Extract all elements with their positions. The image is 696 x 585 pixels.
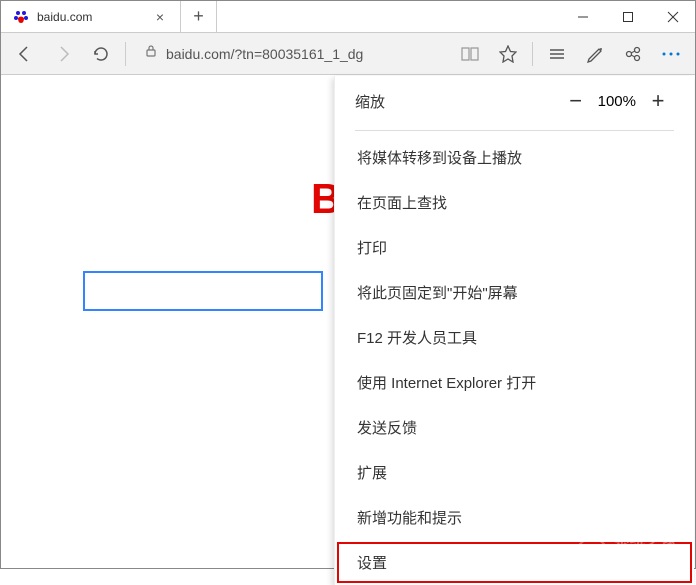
more-button[interactable] bbox=[653, 36, 689, 72]
menu-settings[interactable]: 设置 bbox=[335, 540, 694, 585]
title-bar: baidu.com × + bbox=[1, 1, 695, 33]
menu-pin-to-start[interactable]: 将此页固定到"开始"屏幕 bbox=[335, 270, 694, 315]
zoom-in-button[interactable]: + bbox=[642, 85, 674, 117]
zoom-out-button[interactable]: − bbox=[560, 85, 592, 117]
hub-button[interactable] bbox=[539, 36, 575, 72]
share-button[interactable] bbox=[615, 36, 651, 72]
menu-feedback[interactable]: 发送反馈 bbox=[335, 405, 694, 450]
browser-tab[interactable]: baidu.com × bbox=[1, 1, 181, 32]
close-window-button[interactable] bbox=[650, 1, 695, 32]
tab-title: baidu.com bbox=[37, 10, 144, 24]
menu-whats-new[interactable]: 新增功能和提示 bbox=[335, 495, 694, 540]
back-button[interactable] bbox=[7, 36, 43, 72]
zoom-row: 缩放 − 100% + bbox=[335, 76, 694, 126]
close-tab-button[interactable]: × bbox=[152, 9, 168, 25]
favorite-button[interactable] bbox=[490, 36, 526, 72]
forward-button[interactable] bbox=[45, 36, 81, 72]
url-text: baidu.com/?tn=80035161_1_dg bbox=[166, 46, 438, 62]
menu-open-with-ie[interactable]: 使用 Internet Explorer 打开 bbox=[335, 360, 694, 405]
menu-separator bbox=[355, 130, 674, 131]
menu-print[interactable]: 打印 bbox=[335, 225, 694, 270]
web-notes-button[interactable] bbox=[577, 36, 613, 72]
lock-icon bbox=[144, 44, 158, 63]
menu-find-on-page[interactable]: 在页面上查找 bbox=[335, 180, 694, 225]
address-bar[interactable]: baidu.com/?tn=80035161_1_dg bbox=[136, 44, 446, 63]
window-controls bbox=[560, 1, 695, 32]
minimize-button[interactable] bbox=[560, 1, 605, 32]
toolbar: baidu.com/?tn=80035161_1_dg bbox=[1, 33, 695, 75]
baidu-favicon-icon bbox=[13, 9, 29, 25]
menu-cast-media[interactable]: 将媒体转移到设备上播放 bbox=[335, 135, 694, 180]
maximize-button[interactable] bbox=[605, 1, 650, 32]
new-tab-button[interactable]: + bbox=[181, 1, 217, 32]
zoom-label: 缩放 bbox=[355, 91, 560, 112]
reading-view-button[interactable] bbox=[452, 36, 488, 72]
more-menu: 缩放 − 100% + 将媒体转移到设备上播放 在页面上查找 打印 将此页固定到… bbox=[334, 76, 694, 585]
menu-dev-tools[interactable]: F12 开发人员工具 bbox=[335, 315, 694, 360]
baidu-search-input[interactable] bbox=[83, 271, 323, 311]
menu-extensions[interactable]: 扩展 bbox=[335, 450, 694, 495]
zoom-value: 100% bbox=[598, 93, 636, 110]
refresh-button[interactable] bbox=[83, 36, 119, 72]
